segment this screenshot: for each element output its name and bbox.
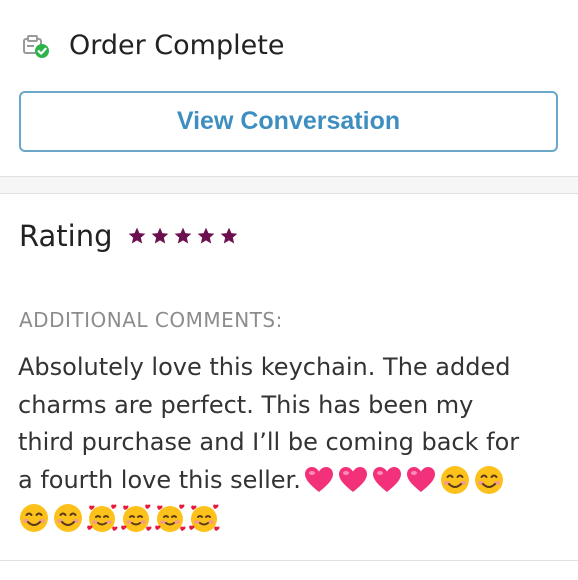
section-divider-bottom [0, 560, 578, 561]
rating-stars [127, 226, 239, 246]
emoji-group [18, 502, 222, 534]
comment-line [18, 499, 566, 537]
comment-line: charms are perfect. This has been my [18, 390, 474, 419]
rating-row: Rating [19, 214, 239, 258]
view-conversation-button[interactable]: View Conversation [19, 91, 558, 152]
additional-comments-label: ADDITIONAL COMMENTS: [19, 308, 283, 332]
section-divider [0, 176, 578, 194]
star-icon [220, 227, 237, 244]
emoji-group [303, 464, 507, 496]
pink-heart-emoji [405, 464, 437, 496]
smiling-face-emoji [18, 502, 50, 534]
review-comment: Absolutely love this keychain. The added… [18, 349, 566, 537]
star-icon [174, 227, 191, 244]
comment-line: third purchase and I’ll be coming back f… [18, 428, 520, 456]
star-icon [151, 227, 168, 244]
pink-heart-emoji [337, 464, 369, 496]
order-status-title: Order Complete [69, 30, 285, 61]
comment-line: a fourth love this seller. [18, 462, 566, 500]
smiling-face-with-hearts-emoji [188, 502, 220, 534]
order-page: Order Complete View Conversation Rating … [0, 0, 578, 580]
smiling-face-emoji [473, 464, 505, 496]
smiling-face-with-hearts-emoji [154, 502, 186, 534]
smiling-face-with-hearts-emoji [120, 502, 152, 534]
smiling-face-emoji [52, 502, 84, 534]
order-header: Order Complete [0, 0, 578, 92]
rating-label: Rating [19, 219, 113, 253]
pink-heart-emoji [371, 464, 403, 496]
smiling-face-emoji [439, 464, 471, 496]
smiling-face-with-hearts-emoji [86, 502, 118, 534]
comment-line: Absolutely love this keychain. The added [18, 353, 511, 381]
order-complete-icon [22, 34, 50, 60]
star-icon [128, 227, 145, 244]
pink-heart-emoji [303, 464, 335, 496]
star-icon [197, 227, 214, 244]
